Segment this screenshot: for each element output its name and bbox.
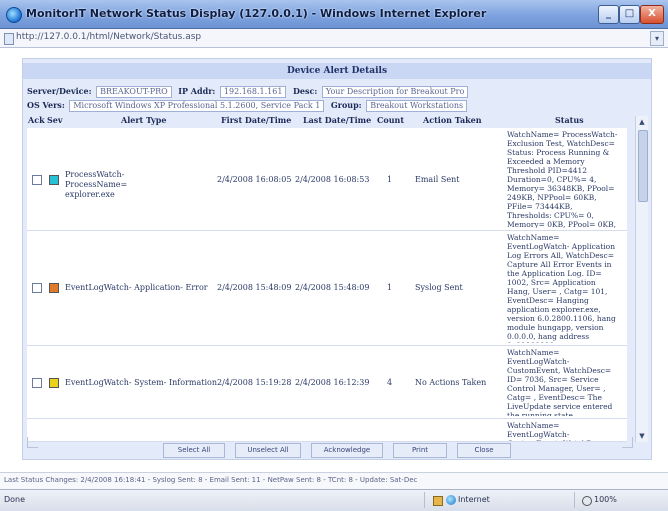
action-taken: Syslog Sent [415,283,463,292]
count: 1 [387,283,393,292]
first-datetime: 2/4/2008 15:48:09 [217,283,292,292]
alert-type: EventLogWatch- System- Information [65,378,217,387]
maximize-button[interactable]: □ [619,5,640,24]
address-dropdown-icon[interactable]: ▾ [650,31,664,46]
maximize-icon: □ [624,8,635,19]
group-label: Group: [330,100,362,110]
severity-swatch [49,283,59,293]
status-separator [574,492,575,508]
group-value: Breakout Workstations [366,100,468,112]
count: 4 [387,378,393,387]
device-info-line-2: OS Vers: Microsoft Windows XP Profession… [27,99,471,112]
select-all-button[interactable]: Select All [163,443,225,458]
ip-value: 192.168.1.161 [219,86,287,98]
device-info-line-1: Server/Device: BREAKOUT-PRO IP Addr: 192… [27,85,472,98]
col-last-datetime: Last Date/Time [303,115,372,125]
col-alert-type: Alert Type [121,115,167,125]
status-text: WatchName= EventLogWatch- CustomEvent, W… [507,348,613,416]
last-datetime: 2/4/2008 16:08:53 [295,175,370,184]
action-taken: No Actions Taken [415,378,487,387]
browser-status-bar: Done Internet 100% [0,489,668,511]
desc-value: Your Description for Breakout Pro [321,86,469,98]
corner-left-icon [27,437,38,448]
col-status: Status [555,115,584,125]
last-status-changes: Last Status Changes: 2/4/2008 16:18:41 -… [4,476,418,484]
scroll-thumb[interactable] [638,130,648,202]
col-action-taken: Action Taken [423,115,482,125]
table-row: EventLogWatch- System- Information 2/4/2… [27,346,627,419]
col-ack: Ack [28,115,45,125]
close-window-button[interactable]: X [640,5,664,24]
ip-label: IP Addr: [178,86,216,96]
close-icon: X [648,8,656,19]
status-text: WatchName= EventLogWatch- Application Lo… [507,233,616,343]
internet-explorer-icon [6,7,22,23]
status-text: WatchName= ProcessWatch-Exclusion Test, … [507,130,618,228]
desc-label: Desc: [292,86,318,96]
device-alert-panel: Device Alert Details Server/Device: BREA… [22,58,652,460]
last-datetime: 2/4/2008 15:48:09 [295,283,370,292]
col-sev: Sev [47,115,63,125]
table-row: ProcessWatch- ProcessName= explorer.exe … [27,128,627,231]
action-taken: Email Sent [415,175,460,184]
window-title: MonitorIT Network Status Display (127.0.… [26,7,487,20]
status-text: WatchName= EventLogWatch- CustomEvent, W… [507,421,611,441]
severity-swatch [49,175,59,185]
print-button[interactable]: Print [393,443,447,458]
scroll-down-icon[interactable]: ▼ [637,431,647,441]
count: 1 [387,175,393,184]
server-label: Server/Device: [27,86,92,96]
action-buttons: Select All Unselect All Acknowledge Prin… [163,443,533,458]
column-headers: Ack Sev Alert Type First Date/Time Last … [27,114,627,126]
panel-title: Device Alert Details [23,63,651,79]
page-viewport: Device Alert Details Server/Device: BREA… [0,48,668,470]
ack-checkbox[interactable] [32,175,42,185]
col-count: Count [377,115,405,125]
window-titlebar: MonitorIT Network Status Display (127.0.… [0,0,668,29]
address-bar[interactable]: http://127.0.0.1/html/Network/Status.asp… [0,29,668,48]
corner-right-icon [622,437,633,448]
page-status-bar: Last Status Changes: 2/4/2008 16:18:41 -… [0,472,668,489]
first-datetime: 2/4/2008 15:19:28 [217,378,292,387]
table-row: WatchName= EventLogWatch- CustomEvent, W… [27,419,627,442]
internet-zone-icon [446,495,456,505]
ack-checkbox[interactable] [32,283,42,293]
status-done: Done [4,495,26,504]
zoom-icon[interactable] [582,496,592,506]
minimize-icon: _ [606,8,611,19]
severity-swatch [49,378,59,388]
last-datetime: 2/4/2008 16:12:39 [295,378,370,387]
alert-type: ProcessWatch- ProcessName= explorer.exe [65,170,128,199]
details-scrollbar[interactable]: ▲ ▼ [635,116,648,442]
zoom-level[interactable]: 100% [594,495,617,504]
unselect-all-button[interactable]: Unselect All [235,443,301,458]
server-value: BREAKOUT-PRO [96,86,172,98]
minimize-button[interactable]: _ [598,5,619,24]
security-zone: Internet [458,495,490,504]
address-url[interactable]: http://127.0.0.1/html/Network/Status.asp [16,32,201,42]
acknowledge-button[interactable]: Acknowledge [311,443,383,458]
page-icon [4,33,14,45]
close-button[interactable]: Close [457,443,511,458]
table-row: EventLogWatch- Application- Error 2/4/20… [27,231,627,346]
alert-type: EventLogWatch- Application- Error [65,283,208,292]
ack-checkbox[interactable] [32,378,42,388]
scroll-up-icon[interactable]: ▲ [637,117,647,127]
protected-mode-icon [433,496,443,506]
col-first-datetime: First Date/Time [221,115,292,125]
first-datetime: 2/4/2008 16:08:05 [217,175,292,184]
status-separator [424,492,425,508]
os-value: Microsoft Windows XP Professional 5.1.26… [69,100,325,112]
os-label: OS Vers: [27,100,65,110]
